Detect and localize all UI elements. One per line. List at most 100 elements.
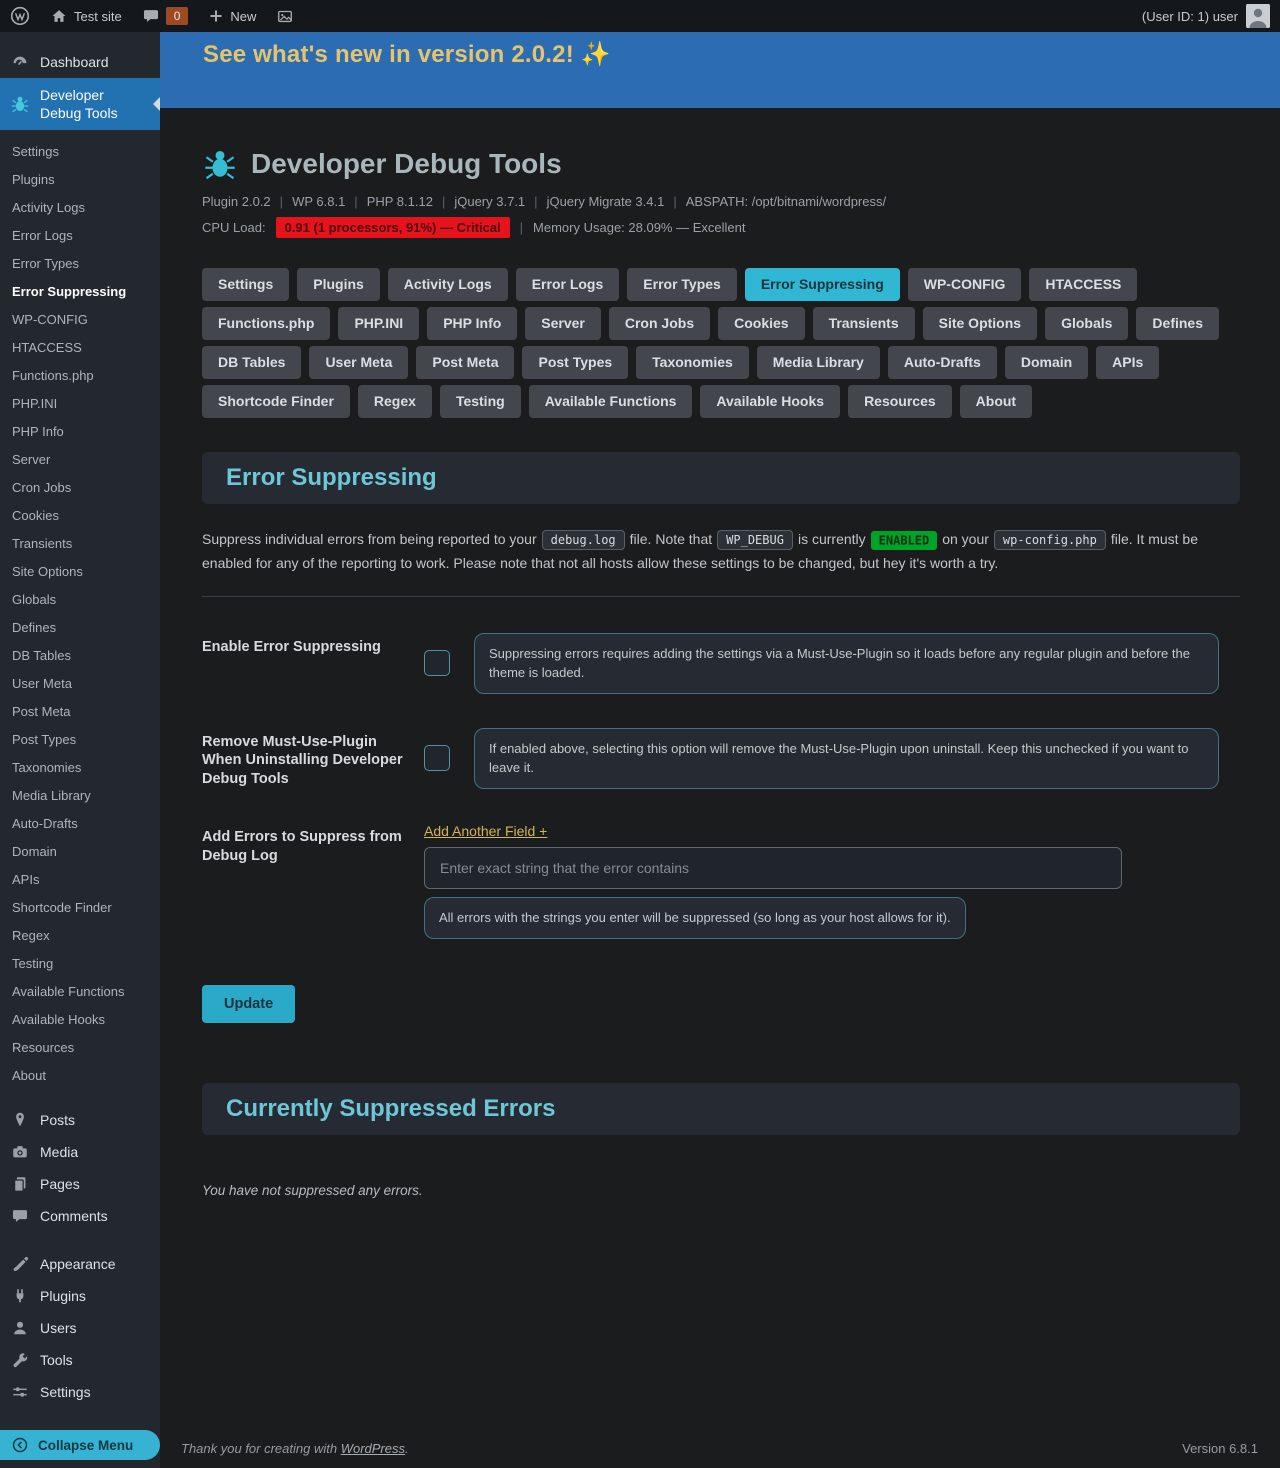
sidebar-item-appearance[interactable]: Appearance <box>0 1248 160 1280</box>
sidebar-subitem[interactable]: Defines <box>0 614 160 642</box>
tab-button[interactable]: DB Tables <box>202 346 301 379</box>
tab-button[interactable]: Available Functions <box>529 385 693 418</box>
sidebar-subitem[interactable]: Error Suppressing <box>0 278 160 306</box>
tab-button[interactable]: HTACCESS <box>1029 268 1137 301</box>
sidebar-subitem[interactable]: Activity Logs <box>0 194 160 222</box>
sidebar-item-dashboard[interactable]: Dashboard <box>0 46 160 78</box>
tab-button[interactable]: Cron Jobs <box>609 307 710 340</box>
sidebar-subitem[interactable]: Media Library <box>0 782 160 810</box>
sidebar-item-posts[interactable]: Posts <box>0 1104 160 1136</box>
tab-button[interactable]: Taxonomies <box>636 346 749 379</box>
new-content-button[interactable]: New <box>198 0 266 32</box>
sidebar-item-developer-debug-tools[interactable]: Developer Debug Tools <box>0 78 160 130</box>
intro-segment: Suppress individual errors from being re… <box>202 531 537 547</box>
tab-button[interactable]: Post Types <box>522 346 628 379</box>
tab-button[interactable]: Testing <box>440 385 521 418</box>
sidebar-subitem[interactable]: Domain <box>0 838 160 866</box>
tab-button[interactable]: About <box>960 385 1032 418</box>
tab-button[interactable]: Error Suppressing <box>745 268 900 301</box>
sidebar-subitem[interactable]: Cron Jobs <box>0 474 160 502</box>
sidebar-subitem[interactable]: DB Tables <box>0 642 160 670</box>
error-string-input[interactable] <box>424 847 1122 889</box>
paintbrush-icon <box>10 1255 30 1273</box>
sidebar-item-settings[interactable]: Settings <box>0 1376 160 1408</box>
sidebar-item-media[interactable]: Media <box>0 1136 160 1168</box>
sidebar-subitem[interactable]: Regex <box>0 922 160 950</box>
checkbox[interactable] <box>424 745 450 771</box>
code-wp-config: wp-config.php <box>994 530 1106 550</box>
tab-button[interactable]: Available Hooks <box>700 385 840 418</box>
media-toolbar-button[interactable] <box>266 0 304 32</box>
tab-button[interactable]: Plugins <box>297 268 380 301</box>
sidebar-item-plugins[interactable]: Plugins <box>0 1280 160 1312</box>
comments-link[interactable]: 0 <box>132 0 199 32</box>
tab-button[interactable]: Regex <box>358 385 432 418</box>
add-another-field-link[interactable]: Add Another Field + <box>424 823 547 839</box>
wordpress-link[interactable]: WordPress <box>341 1441 405 1456</box>
sidebar-subitem[interactable]: Transients <box>0 530 160 558</box>
account-label[interactable]: (User ID: 1) user <box>1142 9 1238 24</box>
avatar[interactable] <box>1246 4 1270 28</box>
tab-button[interactable]: Error Logs <box>516 268 620 301</box>
sidebar-subitem[interactable]: Available Hooks <box>0 1006 160 1034</box>
tab-button[interactable]: WP-CONFIG <box>908 268 1022 301</box>
tab-button[interactable]: Cookies <box>718 307 804 340</box>
tab-button[interactable]: Globals <box>1045 307 1128 340</box>
tab-button[interactable]: User Meta <box>309 346 408 379</box>
tab-button[interactable]: Auto-Drafts <box>888 346 997 379</box>
tab-button[interactable]: APIs <box>1096 346 1159 379</box>
tab-button[interactable]: Resources <box>848 385 952 418</box>
field-label: Remove Must-Use-Plugin When Uninstalling… <box>202 728 424 790</box>
tab-button[interactable]: Settings <box>202 268 289 301</box>
tab-button[interactable]: Error Types <box>627 268 737 301</box>
sidebar-subitem[interactable]: WP-CONFIG <box>0 306 160 334</box>
sidebar-subitem[interactable]: Server <box>0 446 160 474</box>
tab-button[interactable]: PHP Info <box>427 307 517 340</box>
sidebar-subitem[interactable]: Error Types <box>0 250 160 278</box>
sidebar-item-pages[interactable]: Pages <box>0 1168 160 1200</box>
tab-button[interactable]: Domain <box>1005 346 1088 379</box>
tab-button[interactable]: Server <box>525 307 601 340</box>
sidebar-subitem[interactable]: HTACCESS <box>0 334 160 362</box>
tab-button[interactable]: PHP.INI <box>338 307 419 340</box>
tab-button[interactable]: Shortcode Finder <box>202 385 350 418</box>
sidebar-item-comments[interactable]: Comments <box>0 1200 160 1232</box>
tab-button[interactable]: Media Library <box>757 346 880 379</box>
sidebar-subitem[interactable]: Functions.php <box>0 362 160 390</box>
sidebar-subitem[interactable]: Available Functions <box>0 978 160 1006</box>
plugin-submenu: Settings Plugins Activity Logs Error Log… <box>0 130 160 1096</box>
image-icon <box>276 7 294 25</box>
tab-button[interactable]: Defines <box>1136 307 1219 340</box>
sidebar-subitem[interactable]: Shortcode Finder <box>0 894 160 922</box>
tab-button[interactable]: Site Options <box>923 307 1037 340</box>
sidebar-subitem[interactable]: PHP.INI <box>0 390 160 418</box>
sidebar-subitem[interactable]: Testing <box>0 950 160 978</box>
site-name-link[interactable]: Test site <box>40 0 132 32</box>
sidebar-subitem[interactable]: Plugins <box>0 166 160 194</box>
sidebar-subitem[interactable]: Taxonomies <box>0 754 160 782</box>
sidebar-subitem[interactable]: Settings <box>0 138 160 166</box>
collapse-arrow-icon <box>10 1436 30 1454</box>
sidebar-subitem[interactable]: Post Meta <box>0 698 160 726</box>
wordpress-logo-button[interactable] <box>0 0 40 32</box>
sidebar-subitem[interactable]: Site Options <box>0 558 160 586</box>
update-button[interactable]: Update <box>202 985 295 1023</box>
tab-button[interactable]: Post Meta <box>416 346 514 379</box>
checkbox[interactable] <box>424 650 450 676</box>
sidebar-subitem[interactable]: About <box>0 1062 160 1090</box>
sidebar-subitem[interactable]: Post Types <box>0 726 160 754</box>
sidebar-item-tools[interactable]: Tools <box>0 1344 160 1376</box>
sidebar-subitem[interactable]: APIs <box>0 866 160 894</box>
sidebar-subitem[interactable]: Auto-Drafts <box>0 810 160 838</box>
sidebar-subitem[interactable]: PHP Info <box>0 418 160 446</box>
tab-button[interactable]: Transients <box>813 307 915 340</box>
sidebar-subitem[interactable]: User Meta <box>0 670 160 698</box>
sidebar-subitem[interactable]: Globals <box>0 586 160 614</box>
tab-button[interactable]: Activity Logs <box>388 268 508 301</box>
sidebar-subitem[interactable]: Error Logs <box>0 222 160 250</box>
tab-button[interactable]: Functions.php <box>202 307 330 340</box>
sidebar-subitem[interactable]: Resources <box>0 1034 160 1062</box>
collapse-menu-button[interactable]: Collapse Menu <box>0 1430 160 1460</box>
sidebar-subitem[interactable]: Cookies <box>0 502 160 530</box>
sidebar-item-users[interactable]: Users <box>0 1312 160 1344</box>
